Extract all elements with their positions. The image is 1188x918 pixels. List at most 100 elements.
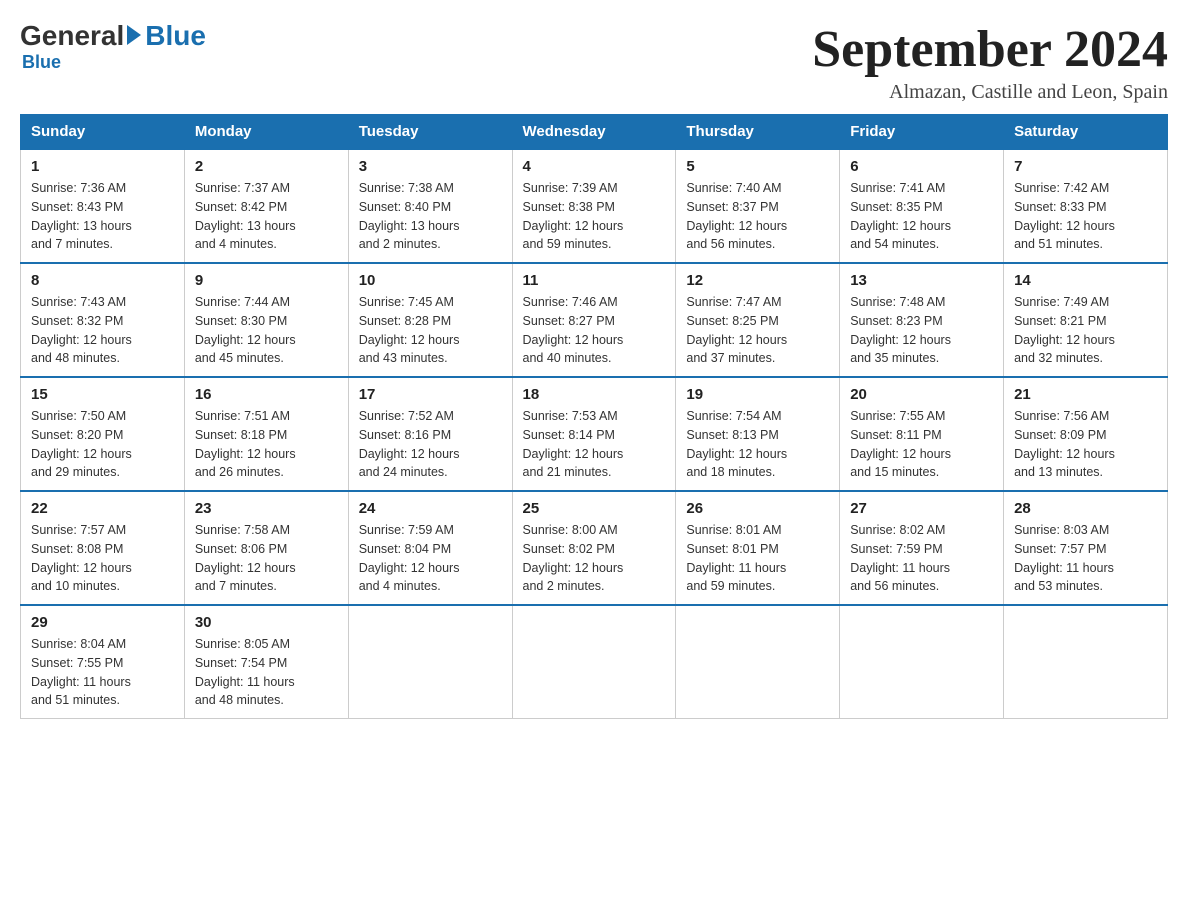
calendar-cell: 22 Sunrise: 7:57 AMSunset: 8:08 PMDayligh… [21, 491, 185, 605]
day-number: 20 [850, 386, 993, 403]
header-sunday: Sunday [21, 115, 185, 150]
calendar-cell: 6 Sunrise: 7:41 AMSunset: 8:35 PMDaylight… [840, 149, 1004, 263]
day-info: Sunrise: 7:49 AMSunset: 8:21 PMDaylight:… [1014, 293, 1157, 368]
calendar-cell [348, 605, 512, 719]
logo-bottom-text: Blue [22, 52, 61, 73]
day-number: 1 [31, 158, 174, 175]
day-info: Sunrise: 8:02 AMSunset: 7:59 PMDaylight:… [850, 521, 993, 596]
calendar-cell: 12 Sunrise: 7:47 AMSunset: 8:25 PMDayligh… [676, 263, 840, 377]
day-info: Sunrise: 7:37 AMSunset: 8:42 PMDaylight:… [195, 179, 338, 254]
logo-triangle-icon [127, 25, 141, 45]
day-info: Sunrise: 8:01 AMSunset: 8:01 PMDaylight:… [686, 521, 829, 596]
day-number: 6 [850, 158, 993, 175]
day-number: 13 [850, 272, 993, 289]
calendar-cell: 30 Sunrise: 8:05 AMSunset: 7:54 PMDayligh… [184, 605, 348, 719]
day-info: Sunrise: 7:40 AMSunset: 8:37 PMDaylight:… [686, 179, 829, 254]
day-number: 29 [31, 614, 174, 631]
day-number: 12 [686, 272, 829, 289]
day-info: Sunrise: 7:59 AMSunset: 8:04 PMDaylight:… [359, 521, 502, 596]
calendar-cell: 13 Sunrise: 7:48 AMSunset: 8:23 PMDayligh… [840, 263, 1004, 377]
calendar-cell: 15Sunrise: 7:50 AMSunset: 8:20 PMDayligh… [21, 377, 185, 491]
calendar-cell: 21 Sunrise: 7:56 AMSunset: 8:09 PMDayligh… [1004, 377, 1168, 491]
day-info: Sunrise: 7:45 AMSunset: 8:28 PMDaylight:… [359, 293, 502, 368]
calendar-cell: 11 Sunrise: 7:46 AMSunset: 8:27 PMDayligh… [512, 263, 676, 377]
week-row-2: 8 Sunrise: 7:43 AMSunset: 8:32 PMDaylight… [21, 263, 1168, 377]
calendar-cell: 9Sunrise: 7:44 AMSunset: 8:30 PMDaylight… [184, 263, 348, 377]
calendar-cell: 29 Sunrise: 8:04 AMSunset: 7:55 PMDayligh… [21, 605, 185, 719]
day-number: 2 [195, 158, 338, 175]
day-number: 8 [31, 272, 174, 289]
day-number: 22 [31, 500, 174, 517]
calendar-cell: 14 Sunrise: 7:49 AMSunset: 8:21 PMDayligh… [1004, 263, 1168, 377]
day-info: Sunrise: 8:04 AMSunset: 7:55 PMDaylight:… [31, 635, 174, 710]
day-number: 24 [359, 500, 502, 517]
day-number: 28 [1014, 500, 1157, 517]
week-row-1: 1 Sunrise: 7:36 AMSunset: 8:43 PMDaylight… [21, 149, 1168, 263]
day-info: Sunrise: 7:52 AMSunset: 8:16 PMDaylight:… [359, 407, 502, 482]
calendar-cell [1004, 605, 1168, 719]
calendar-cell [512, 605, 676, 719]
day-number: 9 [195, 272, 338, 289]
month-title: September 2024 [812, 20, 1168, 79]
day-info: Sunrise: 7:46 AMSunset: 8:27 PMDaylight:… [523, 293, 666, 368]
logo-general-text: General [20, 20, 124, 52]
day-number: 23 [195, 500, 338, 517]
calendar-cell: 24 Sunrise: 7:59 AMSunset: 8:04 PMDayligh… [348, 491, 512, 605]
day-info: Sunrise: 7:51 AMSunset: 8:18 PMDaylight:… [195, 407, 338, 482]
calendar-cell [840, 605, 1004, 719]
day-info: Sunrise: 7:57 AMSunset: 8:08 PMDaylight:… [31, 521, 174, 596]
week-row-5: 29 Sunrise: 8:04 AMSunset: 7:55 PMDayligh… [21, 605, 1168, 719]
week-row-3: 15Sunrise: 7:50 AMSunset: 8:20 PMDayligh… [21, 377, 1168, 491]
day-info: Sunrise: 7:41 AMSunset: 8:35 PMDaylight:… [850, 179, 993, 254]
calendar-header-row: Sunday Monday Tuesday Wednesday Thursday… [21, 115, 1168, 150]
calendar-cell: 26 Sunrise: 8:01 AMSunset: 8:01 PMDayligh… [676, 491, 840, 605]
logo-blue-text: Blue [145, 20, 206, 52]
day-info: Sunrise: 8:05 AMSunset: 7:54 PMDaylight:… [195, 635, 338, 710]
header-tuesday: Tuesday [348, 115, 512, 150]
day-info: Sunrise: 7:48 AMSunset: 8:23 PMDaylight:… [850, 293, 993, 368]
day-info: Sunrise: 7:38 AMSunset: 8:40 PMDaylight:… [359, 179, 502, 254]
header-saturday: Saturday [1004, 115, 1168, 150]
day-number: 14 [1014, 272, 1157, 289]
calendar-cell: 8 Sunrise: 7:43 AMSunset: 8:32 PMDaylight… [21, 263, 185, 377]
title-section: September 2024 Almazan, Castille and Leo… [812, 20, 1168, 104]
day-number: 21 [1014, 386, 1157, 403]
day-number: 7 [1014, 158, 1157, 175]
day-number: 11 [523, 272, 666, 289]
calendar-cell: 16 Sunrise: 7:51 AMSunset: 8:18 PMDayligh… [184, 377, 348, 491]
day-info: Sunrise: 7:56 AMSunset: 8:09 PMDaylight:… [1014, 407, 1157, 482]
calendar-cell: 10Sunrise: 7:45 AMSunset: 8:28 PMDayligh… [348, 263, 512, 377]
day-number: 16 [195, 386, 338, 403]
day-info: Sunrise: 7:36 AMSunset: 8:43 PMDaylight:… [31, 179, 174, 254]
location-text: Almazan, Castille and Leon, Spain [812, 81, 1168, 104]
day-number: 27 [850, 500, 993, 517]
header-thursday: Thursday [676, 115, 840, 150]
day-number: 5 [686, 158, 829, 175]
day-info: Sunrise: 7:47 AMSunset: 8:25 PMDaylight:… [686, 293, 829, 368]
day-info: Sunrise: 7:55 AMSunset: 8:11 PMDaylight:… [850, 407, 993, 482]
calendar-cell: 25Sunrise: 8:00 AMSunset: 8:02 PMDayligh… [512, 491, 676, 605]
calendar-cell: 19 Sunrise: 7:54 AMSunset: 8:13 PMDayligh… [676, 377, 840, 491]
day-info: Sunrise: 7:54 AMSunset: 8:13 PMDaylight:… [686, 407, 829, 482]
day-number: 18 [523, 386, 666, 403]
calendar-table: Sunday Monday Tuesday Wednesday Thursday… [20, 114, 1168, 719]
calendar-cell: 27 Sunrise: 8:02 AMSunset: 7:59 PMDayligh… [840, 491, 1004, 605]
calendar-cell: 23Sunrise: 7:58 AMSunset: 8:06 PMDayligh… [184, 491, 348, 605]
day-info: Sunrise: 7:39 AMSunset: 8:38 PMDaylight:… [523, 179, 666, 254]
day-number: 19 [686, 386, 829, 403]
day-info: Sunrise: 7:42 AMSunset: 8:33 PMDaylight:… [1014, 179, 1157, 254]
day-number: 17 [359, 386, 502, 403]
day-number: 15 [31, 386, 174, 403]
day-number: 26 [686, 500, 829, 517]
calendar-cell: 28 Sunrise: 8:03 AMSunset: 7:57 PMDayligh… [1004, 491, 1168, 605]
day-info: Sunrise: 8:03 AMSunset: 7:57 PMDaylight:… [1014, 521, 1157, 596]
calendar-cell [676, 605, 840, 719]
day-info: Sunrise: 7:43 AMSunset: 8:32 PMDaylight:… [31, 293, 174, 368]
week-row-4: 22 Sunrise: 7:57 AMSunset: 8:08 PMDayligh… [21, 491, 1168, 605]
calendar-cell: 7 Sunrise: 7:42 AMSunset: 8:33 PMDaylight… [1004, 149, 1168, 263]
calendar-cell: 18Sunrise: 7:53 AMSunset: 8:14 PMDayligh… [512, 377, 676, 491]
header-monday: Monday [184, 115, 348, 150]
page-header: General Blue Blue September 2024 Almazan… [20, 20, 1168, 104]
calendar-cell: 1 Sunrise: 7:36 AMSunset: 8:43 PMDaylight… [21, 149, 185, 263]
day-number: 30 [195, 614, 338, 631]
